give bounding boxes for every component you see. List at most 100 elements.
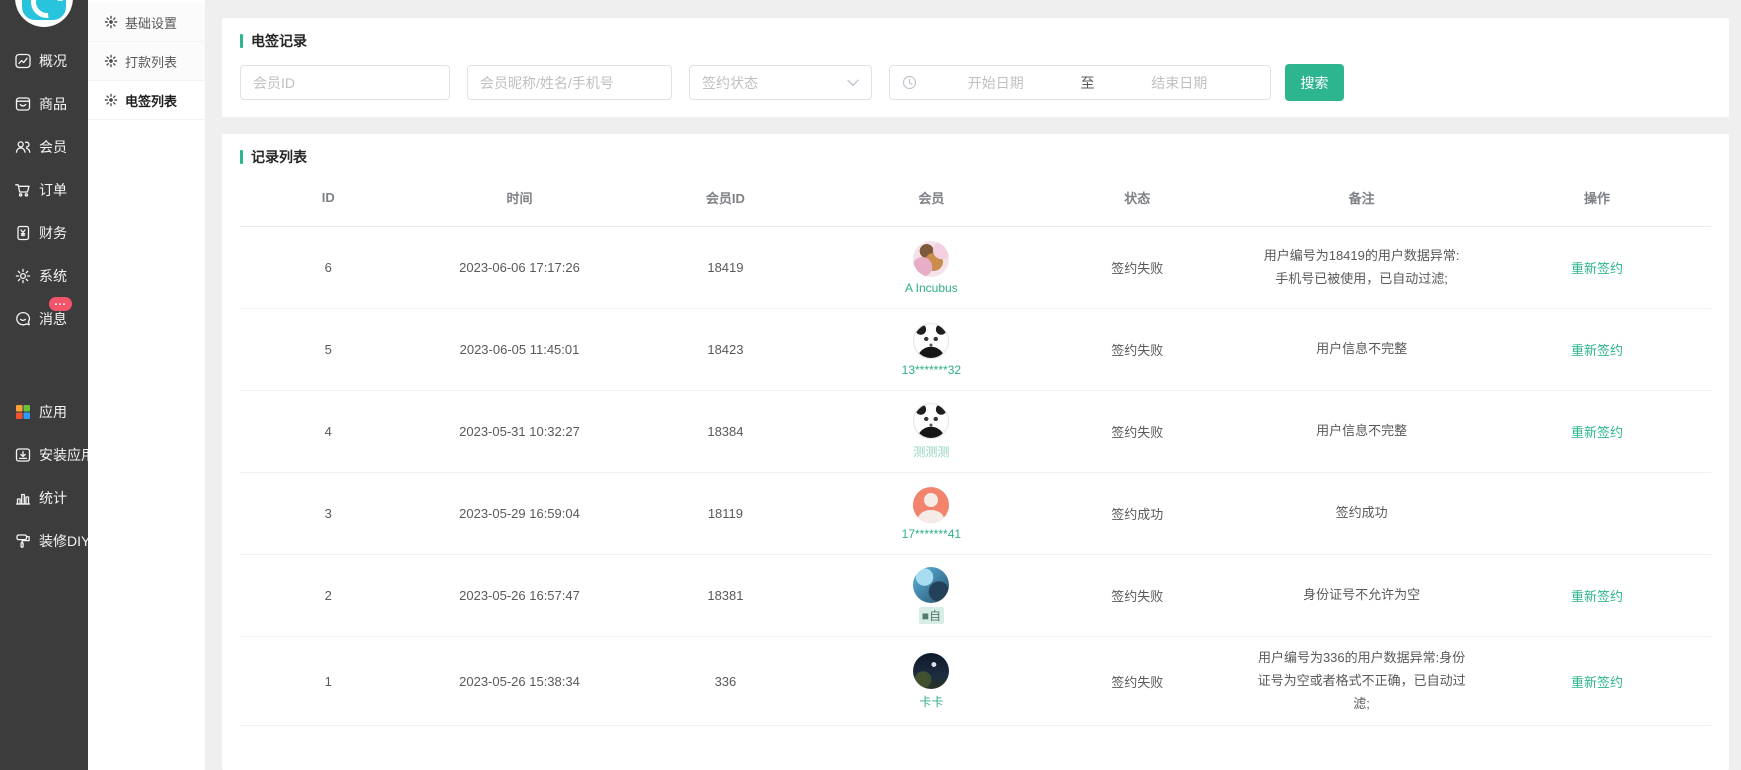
- submenu-item-basic-settings[interactable]: 基础设置: [88, 3, 205, 42]
- submenu-sidebar: 基础设置 打款列表 电签列表: [88, 0, 206, 770]
- cell-action: [1483, 473, 1711, 555]
- default-avatar: [913, 487, 949, 523]
- table-row: 3 2023-05-29 16:59:04 18119 17*******41 …: [240, 473, 1711, 555]
- sidebar-item-label: 会员: [39, 137, 67, 157]
- search-card: 电签记录 签约状态 开始日期 至 结束日期 搜索: [222, 18, 1729, 117]
- member-name-link[interactable]: 卡卡: [919, 693, 943, 710]
- app-logo-icon: [22, 0, 66, 20]
- search-button[interactable]: 搜索: [1285, 64, 1344, 101]
- primary-sidebar: 概况 商品 会员 订单 财务 系统 消息 ... 应用 安装: [0, 0, 88, 770]
- submenu-item-label: 电签列表: [125, 91, 177, 110]
- apps-icon: [13, 402, 32, 421]
- cell-id: 2: [240, 555, 417, 637]
- clock-icon: [902, 75, 917, 90]
- member-name-link[interactable]: ■自: [919, 607, 944, 624]
- cell-remark: 用户编号为18419的用户数据异常: 手机号已被使用，已自动过滤;: [1240, 227, 1483, 309]
- goods-icon: [13, 94, 32, 113]
- sidebar-item-install-app[interactable]: 安装应用: [0, 433, 88, 476]
- sidebar-nav-secondary: 应用 安装应用 统计 装修DIY: [0, 390, 88, 562]
- member-name-link[interactable]: 测测测: [913, 443, 949, 460]
- cell-id: 4: [240, 391, 417, 473]
- resign-action-link[interactable]: 重新签约: [1571, 261, 1623, 276]
- end-date-placeholder: 结束日期: [1101, 73, 1259, 93]
- submenu-item-esign-list[interactable]: 电签列表: [88, 81, 205, 120]
- member-name-link[interactable]: A Incubus: [905, 281, 958, 295]
- column-header: 会员: [828, 173, 1034, 227]
- diy-icon: [13, 531, 32, 550]
- cell-id: 6: [240, 227, 417, 309]
- sidebar-item-member[interactable]: 会员: [0, 125, 88, 168]
- overview-icon: [13, 51, 32, 70]
- chevron-down-icon: [847, 79, 859, 87]
- records-card-title: 记录列表: [240, 147, 1711, 167]
- cell-id: 5: [240, 309, 417, 391]
- install-app-icon: [13, 445, 32, 464]
- resign-action-link[interactable]: 重新签约: [1571, 425, 1623, 440]
- sidebar-item-decorate-diy[interactable]: 装修DIY: [0, 519, 88, 562]
- unread-badge: ...: [49, 297, 72, 311]
- sidebar-item-system[interactable]: 系统: [0, 254, 88, 297]
- cell-member-id: 18381: [622, 555, 828, 637]
- table-row: 6 2023-06-06 17:17:26 18419 A Incubus 签约…: [240, 227, 1711, 309]
- cell-time: 2023-05-29 16:59:04: [417, 473, 623, 555]
- column-header: 状态: [1034, 173, 1240, 227]
- sign-status-select[interactable]: 签约状态: [689, 65, 872, 100]
- sidebar-item-label: 财务: [39, 223, 67, 243]
- records-card: 记录列表 ID时间会员ID会员状态备注操作 6 2023-06-06 17:17…: [222, 134, 1729, 770]
- filter-row: 签约状态 开始日期 至 结束日期 搜索: [240, 64, 1711, 101]
- date-range-picker[interactable]: 开始日期 至 结束日期: [889, 65, 1271, 100]
- cell-remark: 用户信息不完整: [1240, 309, 1483, 391]
- member-name-link[interactable]: 17*******41: [902, 527, 961, 541]
- night-avatar: [913, 653, 949, 689]
- panda-avatar: [913, 403, 949, 439]
- stats-icon: [13, 488, 32, 507]
- members-icon: [13, 137, 32, 156]
- messages-icon: [13, 309, 32, 328]
- submenu-item-payment-list[interactable]: 打款列表: [88, 42, 205, 81]
- sidebar-item-overview[interactable]: 概况: [0, 39, 88, 82]
- cell-status: 签约失败: [1034, 555, 1240, 637]
- column-header: 会员ID: [622, 173, 828, 227]
- records-card-title-text: 记录列表: [251, 147, 307, 167]
- app-logo: [15, 0, 73, 27]
- cell-action: 重新签约: [1483, 391, 1711, 473]
- title-accent-bar: [240, 150, 243, 164]
- gear-icon: [104, 54, 118, 68]
- gear-icon: [104, 15, 118, 29]
- sidebar-item-order[interactable]: 订单: [0, 168, 88, 211]
- cell-remark: 签约成功: [1240, 473, 1483, 555]
- table-row: 5 2023-06-05 11:45:01 18423 13*******32 …: [240, 309, 1711, 391]
- gear-icon: [104, 93, 118, 107]
- cell-status: 签约失败: [1034, 637, 1240, 726]
- start-date-placeholder: 开始日期: [917, 73, 1075, 93]
- blue-avatar: [913, 567, 949, 603]
- member-info-input[interactable]: [467, 65, 672, 100]
- cell-action: 重新签约: [1483, 309, 1711, 391]
- cell-member-id: 336: [622, 637, 828, 726]
- panda-avatar: [913, 323, 949, 359]
- sidebar-item-label: 应用: [39, 402, 67, 422]
- sidebar-item-finance[interactable]: 财务: [0, 211, 88, 254]
- cell-remark: 身份证号不允许为空: [1240, 555, 1483, 637]
- column-header: ID: [240, 173, 417, 227]
- sidebar-item-apps[interactable]: 应用: [0, 390, 88, 433]
- resign-action-link[interactable]: 重新签约: [1571, 343, 1623, 358]
- sidebar-item-goods[interactable]: 商品: [0, 82, 88, 125]
- cell-time: 2023-05-26 15:38:34: [417, 637, 623, 726]
- column-header: 操作: [1483, 173, 1711, 227]
- cell-action: 重新签约: [1483, 555, 1711, 637]
- resign-action-link[interactable]: 重新签约: [1571, 589, 1623, 604]
- cell-member-id: 18384: [622, 391, 828, 473]
- member-id-input[interactable]: [240, 65, 450, 100]
- cell-member: A Incubus: [828, 227, 1034, 309]
- member-name-link[interactable]: 13*******32: [902, 363, 961, 377]
- cell-remark: 用户编号为336的用户数据异常:身份证号为空或者格式不正确，已自动过滤;: [1240, 637, 1483, 726]
- sidebar-item-stats[interactable]: 统计: [0, 476, 88, 519]
- submenu-item-label: 基础设置: [125, 13, 177, 32]
- resign-action-link[interactable]: 重新签约: [1571, 675, 1623, 690]
- sidebar-item-label: 安装应用: [39, 445, 88, 465]
- sidebar-item-label: 装修DIY: [39, 531, 88, 551]
- sidebar-item-message[interactable]: 消息 ...: [0, 297, 88, 340]
- cell-member: 测测测: [828, 391, 1034, 473]
- cell-status: 签约失败: [1034, 309, 1240, 391]
